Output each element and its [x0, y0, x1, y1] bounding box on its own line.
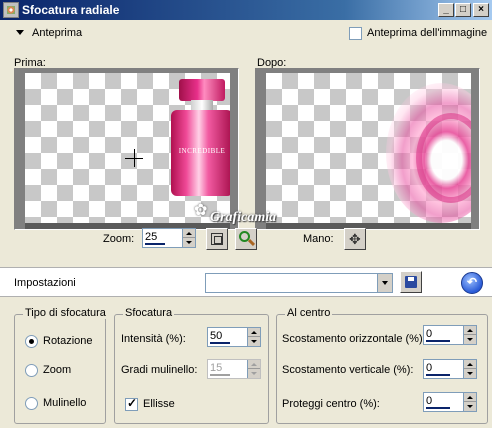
radio-twirl[interactable]	[25, 397, 38, 410]
h-offset-slider-fill	[426, 340, 450, 342]
twirl-label: Gradi mulinello:	[121, 364, 198, 376]
v-offset-label: Scostamento verticale (%):	[282, 364, 414, 376]
zoom-value[interactable]: 25	[145, 231, 157, 243]
zoom-magnifier-button[interactable]	[235, 228, 257, 250]
blur-type-legend: Tipo di sfocatura	[23, 307, 108, 319]
twirl-up-button	[248, 360, 260, 369]
twirl-stepper: 15	[207, 359, 261, 379]
center-group: Al centro Scostamento orizzontale (%): 0…	[276, 307, 488, 424]
twirl-value: 15	[210, 362, 223, 374]
chevron-down-icon	[16, 30, 24, 35]
protect-center-stepper[interactable]: 0	[423, 392, 477, 412]
watermark: ✿ Graficamia	[190, 200, 310, 230]
radio-twirl-label[interactable]: Mulinello	[43, 397, 86, 409]
radio-rotation[interactable]	[25, 335, 38, 348]
blur-group: Sfocatura Intensità (%): 50 Gradi muline…	[114, 307, 269, 424]
perfume-cap	[179, 79, 225, 101]
perfume-label: INCREDIBLE	[178, 147, 226, 155]
zoom-slider-fill	[145, 243, 165, 245]
radio-zoom[interactable]	[25, 364, 38, 377]
pan-button[interactable]: ✥	[344, 228, 366, 250]
app-icon	[3, 2, 19, 18]
butterfly-icon: ✿	[194, 202, 208, 219]
maximize-button[interactable]: □	[455, 3, 471, 17]
protect-center-label: Proteggi centro (%):	[282, 398, 380, 410]
radio-zoom-label[interactable]: Zoom	[43, 364, 71, 376]
zoom-stepper[interactable]: 25	[142, 228, 196, 248]
floppy-disk-icon	[405, 276, 417, 288]
zoom-down-button[interactable]	[183, 238, 195, 247]
protect-center-up-button[interactable]	[464, 393, 476, 402]
protect-center-value[interactable]: 0	[426, 395, 432, 407]
intensity-value[interactable]: 50	[210, 330, 222, 342]
ellipse-checkbox[interactable]	[125, 396, 138, 411]
twirl-down-button	[248, 369, 260, 378]
v-offset-down-button[interactable]	[464, 369, 476, 378]
v-offset-up-button[interactable]	[464, 360, 476, 369]
h-offset-down-button[interactable]	[464, 335, 476, 344]
protect-center-slider-fill	[426, 407, 450, 409]
center-crosshair-v	[134, 149, 135, 167]
image-preview-label: Anteprima dell'immagine	[367, 27, 488, 39]
minimize-button[interactable]: _	[438, 3, 454, 17]
title-bar: Sfocatura radiale _ □ ×	[0, 0, 492, 20]
magnifier-handle	[247, 238, 256, 247]
window-title: Sfocatura radiale	[22, 3, 120, 17]
save-preset-button[interactable]	[400, 271, 422, 293]
watermark-text: Graficamia	[210, 210, 277, 225]
close-button[interactable]: ×	[473, 3, 489, 17]
v-offset-slider-fill	[426, 374, 450, 376]
zoom-window-button[interactable]	[206, 228, 228, 250]
intensity-stepper[interactable]: 50	[207, 327, 261, 347]
intensity-up-button[interactable]	[248, 328, 260, 337]
h-offset-up-button[interactable]	[464, 326, 476, 335]
preview-toggle-label: Anteprima	[32, 27, 83, 39]
settings-label: Impostazioni	[14, 277, 76, 289]
zoom-window-icon	[211, 233, 223, 245]
ellipse-label[interactable]: Ellisse	[143, 398, 175, 410]
h-offset-label: Scostamento orizzontale (%):	[282, 333, 426, 345]
blur-legend: Sfocatura	[123, 307, 175, 319]
preset-dropdown-button[interactable]	[377, 274, 392, 292]
reset-button[interactable]: ↶	[461, 272, 483, 294]
h-offset-stepper[interactable]: 0	[423, 325, 477, 345]
radio-rotation-label[interactable]: Rotazione	[43, 335, 93, 347]
blur-type-group: Tipo di sfocatura Rotazione Zoom Mulinel…	[14, 307, 108, 424]
intensity-slider-fill	[210, 342, 230, 344]
v-offset-stepper[interactable]: 0	[423, 359, 477, 379]
protect-center-down-button[interactable]	[464, 402, 476, 411]
zoom-up-button[interactable]	[183, 229, 195, 238]
settings-row: Impostazioni ↶	[0, 267, 492, 297]
move-icon: ✥	[349, 231, 361, 247]
center-legend: Al centro	[285, 307, 333, 319]
image-preview-checkbox[interactable]	[349, 27, 362, 40]
h-offset-value[interactable]: 0	[426, 328, 432, 340]
intensity-label: Intensità (%):	[121, 333, 186, 345]
twirl-slider-fill	[210, 374, 230, 376]
perfume-neck	[191, 100, 213, 110]
zoom-label: Zoom:	[103, 233, 135, 245]
intensity-down-button[interactable]	[248, 337, 260, 346]
preset-combobox[interactable]	[205, 273, 393, 293]
v-offset-value[interactable]: 0	[426, 362, 432, 374]
hand-label: Mano:	[303, 233, 334, 245]
undo-arrow-icon: ↶	[467, 275, 478, 289]
